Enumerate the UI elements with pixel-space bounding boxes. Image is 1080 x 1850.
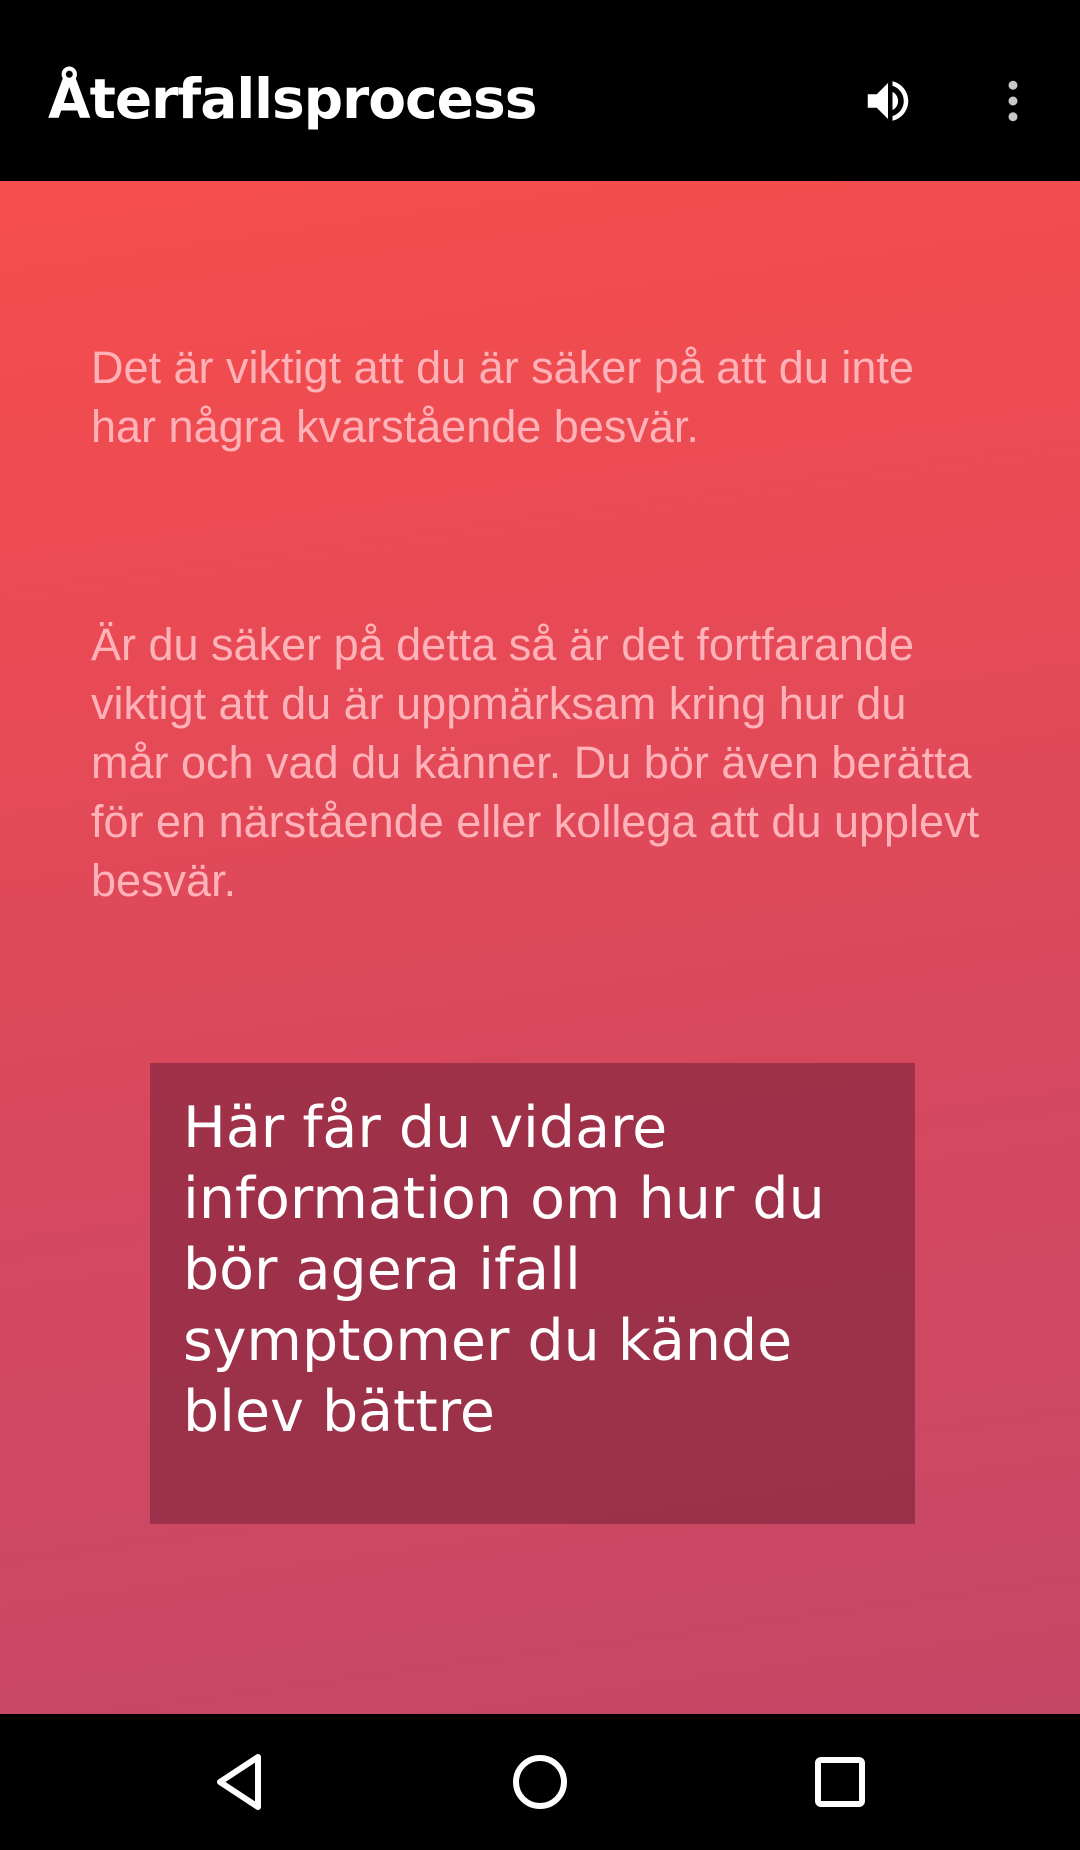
paragraph-advice: Är du säker på detta så är det fortfaran…: [91, 619, 980, 906]
app-title: Återfallsprocess: [48, 67, 537, 131]
volume-icon: [867, 81, 909, 121]
volume-button[interactable]: [843, 56, 933, 146]
app-bar: Återfallsprocess: [0, 0, 1080, 181]
screen: Återfallsprocess Det är viktigt att du ä…: [0, 0, 1080, 1850]
nav-back-button[interactable]: [191, 1732, 291, 1832]
back-icon: [217, 1754, 261, 1810]
more-vert-icon: [1008, 80, 1018, 122]
more-options-button[interactable]: [968, 56, 1058, 146]
nav-home-button[interactable]: [490, 1732, 590, 1832]
more-info-label: Här får du vidare information om hur du …: [183, 1095, 825, 1445]
nav-recents-button[interactable]: [790, 1732, 890, 1832]
recents-icon: [815, 1757, 865, 1807]
home-icon: [513, 1755, 567, 1809]
system-nav-bar: [0, 1714, 1080, 1850]
more-info-button[interactable]: Här får du vidare information om hur du …: [150, 1063, 915, 1524]
paragraph-intro: Det är viktigt att du är säker på att du…: [91, 342, 914, 452]
content-area: Det är viktigt att du är säker på att du…: [0, 181, 1080, 1714]
